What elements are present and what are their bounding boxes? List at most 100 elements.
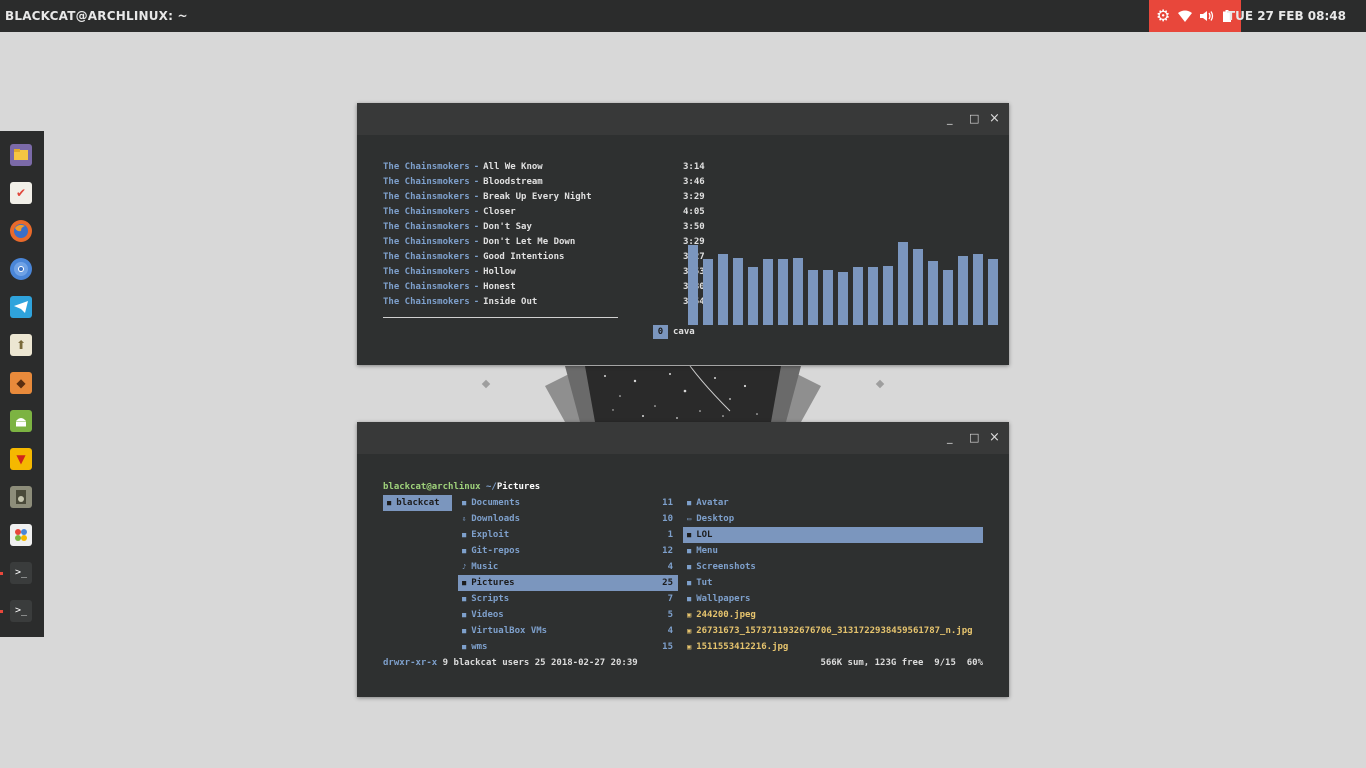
playlist-item[interactable]: The Chainsmokers - All We Know 3:14	[383, 160, 705, 175]
preview-dir-item[interactable]: ■ Avatar	[687, 495, 729, 511]
maximize-button[interactable]: □	[969, 103, 979, 135]
playlist-item[interactable]: The Chainsmokers - Closer 4:05	[383, 205, 705, 220]
color-picker-icon[interactable]	[10, 524, 32, 546]
visualizer-bar	[748, 267, 758, 325]
track-artist: The Chainsmokers	[383, 207, 470, 217]
dir-count: 5	[667, 610, 673, 620]
download-icon: ⇩	[462, 515, 467, 523]
preview-dir-item[interactable]: ■ Screenshots	[687, 559, 756, 575]
media-player-icon[interactable]	[10, 486, 32, 508]
visualizer-bar	[913, 249, 923, 325]
file-item[interactable]: ▣ 244200.jpeg	[687, 607, 756, 623]
dir-item[interactable]: ♪ Music	[462, 559, 498, 575]
track-separator: -	[473, 207, 480, 217]
visualizer-bar	[838, 272, 848, 325]
prompt-path: ~/	[485, 482, 497, 492]
firefox-icon[interactable]	[10, 220, 32, 242]
dir-item[interactable]: ■ VirtualBox VMs	[462, 623, 547, 639]
genymotion-icon[interactable]: ▼	[10, 448, 32, 470]
playlist-item[interactable]: The Chainsmokers - Bloodstream 3:46	[383, 175, 705, 190]
dir-item[interactable]: ⇩ Downloads	[462, 511, 520, 527]
entry-name: Menu	[696, 546, 718, 556]
file-item[interactable]: ▣ 1511553412216.jpg	[687, 639, 788, 655]
preview-dir-item[interactable]: ■ Tut	[687, 575, 712, 591]
dir-count: 4	[667, 562, 673, 572]
wallpaper-dot	[875, 379, 885, 389]
track-title: Closer	[483, 207, 516, 217]
close-button[interactable]: ×	[989, 103, 1000, 135]
file-item[interactable]: ▣ 26731673_1573711932676706_3131722938459…	[687, 623, 973, 639]
dir-name: Scripts	[471, 594, 510, 604]
minimize-button[interactable]: _	[947, 103, 953, 135]
track-separator: -	[473, 177, 480, 187]
close-button[interactable]: ×	[989, 422, 1000, 454]
playlist-item[interactable]: The Chainsmokers-Hollow3:53	[383, 265, 705, 280]
burp-icon[interactable]: ◆	[10, 372, 32, 394]
volume-icon[interactable]	[1200, 0, 1214, 32]
dir-name: wms	[471, 642, 488, 652]
track-title: Bloodstream	[483, 177, 543, 187]
preview-dir-item[interactable]: ■ LOL	[687, 527, 712, 543]
playlist-item[interactable]: The Chainsmokers-Inside Out3:54	[383, 295, 705, 310]
visualizer-bar	[703, 259, 713, 325]
telegram-icon[interactable]	[10, 296, 32, 318]
settings-icon[interactable]: ⚙	[1156, 0, 1170, 32]
status-info: 9 blackcat users 25 2018-02-27 20:39	[442, 658, 638, 668]
visualizer-bar	[778, 259, 788, 325]
playlist-item[interactable]: The Chainsmokers - Don't Let Me Down 3:29	[383, 235, 705, 250]
preview-dir-item[interactable]: ■ Wallpapers	[687, 591, 750, 607]
workspace-label: cava	[673, 327, 695, 337]
dir-item[interactable]: ■ wms	[462, 639, 487, 655]
terminal-icon[interactable]: >_	[10, 600, 32, 622]
wifi-icon[interactable]	[1178, 0, 1192, 32]
dir-item[interactable]: ■ Documents	[462, 495, 520, 511]
track-duration: 4:05	[683, 207, 705, 217]
dock: ✔ ⬆ ◆ ▼ >_ >_	[0, 131, 44, 637]
track-title: Break Up Every Night	[483, 192, 592, 202]
minimize-button[interactable]: _	[947, 422, 953, 454]
track-separator: -	[473, 297, 480, 307]
entry-name: 244200.jpeg	[696, 610, 756, 620]
file-manager-titlebar[interactable]	[357, 422, 1009, 454]
workspace-badge[interactable]: 0	[653, 325, 668, 339]
playlist-item[interactable]: The Chainsmokers - Break Up Every Night 3:2…	[383, 190, 705, 205]
folder-icon: ■	[687, 531, 692, 539]
file-manager-icon[interactable]	[10, 144, 32, 166]
track-title: All We Know	[483, 162, 543, 172]
folder-icon: ■	[687, 563, 692, 571]
maximize-button[interactable]: □	[969, 422, 979, 454]
status-permissions: drwxr-xr-x	[383, 658, 438, 668]
music-window-titlebar[interactable]	[357, 103, 1009, 135]
preview-dir-item[interactable]: ■ Menu	[687, 543, 718, 559]
image-icon: ▣	[687, 643, 692, 651]
visualizer-bar	[853, 267, 863, 325]
dir-item[interactable]: ■ Scripts	[462, 591, 509, 607]
wallpaper-art	[545, 366, 821, 422]
task-manager-icon[interactable]: ✔	[10, 182, 32, 204]
entry-name: Screenshots	[696, 562, 756, 572]
package-icon[interactable]: ⬆	[10, 334, 32, 356]
dir-item[interactable]: ■ Exploit	[462, 527, 509, 543]
playlist-item[interactable]: The Chainsmokers-Good Intentions3:27	[383, 250, 705, 265]
terminal-icon[interactable]: >_	[10, 562, 32, 584]
track-duration: 3:29	[683, 192, 705, 202]
dir-item[interactable]: ■ Pictures	[462, 575, 515, 591]
track-separator: -	[473, 237, 480, 247]
chromium-icon[interactable]	[10, 258, 32, 280]
folder-icon: ■	[462, 627, 467, 635]
track-artist: The Chainsmokers	[383, 222, 470, 232]
playlist-item[interactable]: The Chainsmokers - Don't Say 3:50	[383, 220, 705, 235]
entry-name: Avatar	[696, 498, 729, 508]
parent-dir-item[interactable]: ■ blackcat	[387, 495, 440, 511]
visualizer-bar	[763, 259, 773, 325]
dir-item[interactable]: ■ Git-repos	[462, 543, 520, 559]
dir-name: Videos	[471, 610, 504, 620]
android-studio-icon[interactable]	[10, 410, 32, 432]
track-artist: The Chainsmokers	[383, 282, 470, 292]
preview-dir-item[interactable]: ▭ Desktop	[687, 511, 734, 527]
clock[interactable]: TUE 27 FEB 08:48	[1227, 0, 1346, 32]
dir-name: blackcat	[396, 498, 440, 508]
track-separator: -	[473, 282, 480, 292]
dir-item[interactable]: ■ Videos	[462, 607, 504, 623]
playlist-item[interactable]: The Chainsmokers-Honest3:30	[383, 280, 705, 295]
